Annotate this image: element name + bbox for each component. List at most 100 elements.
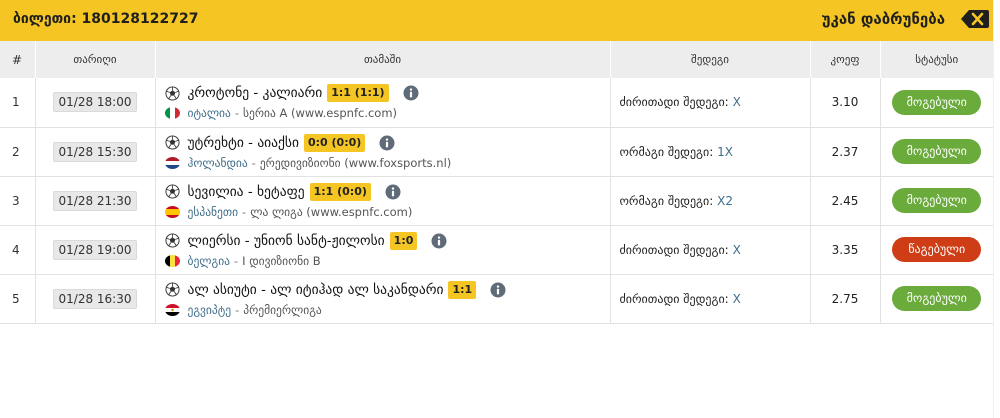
separator: - [234,106,240,121]
soccer-ball-icon [164,86,180,101]
row-number-text: 3 [12,193,20,208]
date-cell: 01/28 21:30 [35,176,156,226]
table-row: 5 01/28 16:30 ალ ასიუტი - ალ იტიჰად ალ ს… [0,274,993,324]
soccer-ball-icon [164,184,180,199]
row-number-text: 1 [12,95,20,110]
info-icon[interactable] [379,135,395,151]
date-badge: 01/28 21:30 [52,190,138,211]
col-date: თარიღი [35,41,156,78]
row-number: 4 [0,225,36,275]
date-badge: 01/28 15:30 [52,141,138,162]
info-icon[interactable] [385,184,401,200]
result-pick: X2 [717,193,733,208]
result-pick: X [732,242,741,257]
match-name[interactable]: ლიერსი - უნიონ სანტ-ჟილოსი [188,233,385,249]
odds-cell: 2.37 [810,127,881,177]
odds-cell: 2.75 [810,274,881,324]
match-name[interactable]: ალ ასიუტი - ალ იტიჰად ალ საკანდარი [188,282,444,298]
result-cell: ძირითადი შედეგი: X [610,78,811,128]
result-label: ორმაგი შედეგი: [619,193,714,208]
info-icon[interactable] [431,233,447,249]
league-name: ერედივიზიონი (www.foxsports.nl) [259,155,452,170]
status-cell: მოგებული [880,127,993,177]
separator: - [235,302,240,317]
date-cell: 01/28 19:00 [35,225,156,275]
odds-value: 3.10 [831,95,859,110]
top-bar: ბილეთი: 180128122727 უკან დაბრუნება [0,0,1000,41]
ticket-title: ბილეთი: 180128122727 [13,11,198,27]
odds-cell: 2.45 [810,176,881,226]
col-number: # [0,41,36,78]
row-number: 2 [0,127,36,177]
result-cell: ძირითადი შედეგი: X [610,274,811,324]
col-status: სტატუსი [915,53,959,66]
status-cell: წაგებული [880,225,993,275]
row-number-text: 4 [12,242,20,257]
back-button[interactable]: უკან დაბრუნება [822,10,945,28]
score-badge: 1:0 [389,231,418,250]
table-header: # თარიღი თამაში შედეგი კოეფ სტატუსი [0,41,993,78]
status-badge: წაგებული [892,237,982,262]
score-badge: 1:1 (1:1) [327,84,389,103]
country-link[interactable]: ესპანეთი [188,205,239,219]
status-badge: მოგებული [892,139,982,164]
country-flag-icon [164,205,180,218]
league-name: ლა ლიგა (www.espnfc.com) [250,204,413,219]
league-name: პრემიერლიგა [243,302,322,317]
country-flag-icon [164,156,180,169]
game-cell: ალ ასიუტი - ალ იტიჰად ალ საკანდარი 1:1 ე… [155,274,611,324]
separator: - [242,204,247,219]
ticket-number: 180128122727 [81,11,199,27]
game-cell: ლიერსი - უნიონ სანტ-ჟილოსი 1:0 ბელგია - … [155,225,611,275]
game-cell: უტრეხტი - აიაქსი 0:0 (0:0) ჰოლანდია - ერ… [155,127,611,177]
info-icon[interactable] [490,282,506,298]
date-cell: 01/28 15:30 [35,127,156,177]
country-link[interactable]: ბელგია [188,254,231,268]
country-link[interactable]: ეგვიპტე [188,303,232,317]
col-result: შედეგი [610,41,811,78]
status-cell: მოგებული [880,274,993,324]
col-odds: კოეფ [810,41,881,78]
match-name[interactable]: სევილია - ხეტაფე [188,184,305,200]
status-badge: მოგებული [892,89,982,115]
status-cell: მოგებული [880,78,993,128]
match-name[interactable]: კროტონე - კალიარი [188,85,323,101]
backspace-icon[interactable] [960,8,990,30]
score-badge: 1:1 (0:0) [309,182,371,201]
status-badge: მოგებული [892,188,982,213]
odds-value: 2.45 [831,193,859,208]
info-icon[interactable] [403,85,419,101]
odds-cell: 3.35 [810,225,881,275]
country-flag-icon [164,303,180,316]
scrollbar[interactable] [993,0,1000,418]
soccer-ball-icon [164,135,180,150]
row-number: 5 [0,274,36,324]
date-badge: 01/28 18:00 [52,92,138,113]
match-name[interactable]: უტრეხტი - აიაქსი [188,135,299,151]
country-flag-icon [164,107,180,120]
result-pick: X [732,291,741,306]
odds-value: 2.37 [831,144,859,159]
result-label: ძირითადი შედეგი: [619,95,729,110]
col-game: თამაში [155,41,611,78]
score-badge: 1:1 [448,280,477,299]
odds-value: 3.35 [831,242,859,257]
table-row: 1 01/28 18:00 კროტონე - კალიარი 1:1 (1:1… [0,78,993,128]
separator: - [251,155,256,170]
table-row: 4 01/28 19:00 ლიერსი - უნიონ სანტ-ჟილოსი… [0,225,993,275]
status-cell: მოგებული [880,176,993,226]
soccer-ball-icon [164,282,180,297]
game-cell: სევილია - ხეტაფე 1:1 (0:0) ესპანეთი - ლა… [155,176,611,226]
odds-value: 2.75 [831,291,859,306]
result-pick: X [732,95,741,110]
game-cell: კროტონე - კალიარი 1:1 (1:1) იტალია - სერ… [155,78,611,128]
date-badge: 01/28 19:00 [52,239,138,260]
country-link[interactable]: იტალია [188,106,231,120]
league-name: სერია A (www.espnfc.com) [243,106,398,121]
result-pick: 1X [717,144,733,159]
result-cell: ორმაგი შედეგი: X2 [610,176,811,226]
status-badge: მოგებული [892,286,982,311]
date-cell: 01/28 16:30 [35,274,156,324]
row-number-text: 2 [12,144,20,159]
country-link[interactable]: ჰოლანდია [188,156,248,170]
